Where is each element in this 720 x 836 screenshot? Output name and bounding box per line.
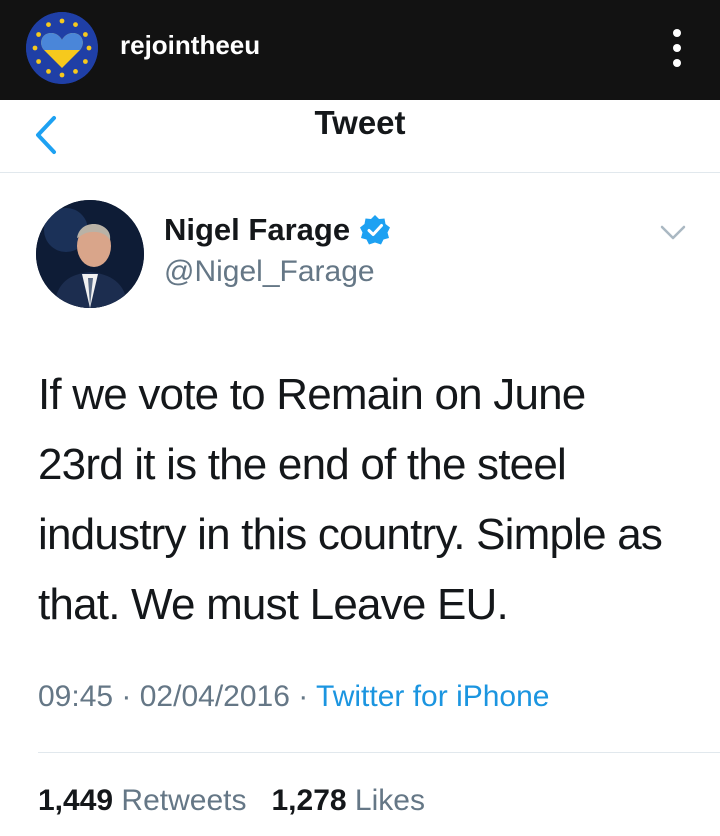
author-handle[interactable]: @Nigel_Farage [164,255,375,289]
tweet-time: 09:45 [38,680,114,713]
instagram-post-header: rejointheeu [0,0,720,100]
divider [38,752,720,753]
retweets-count[interactable]: 1,449 [38,784,113,817]
more-options-icon[interactable] [662,20,692,76]
separator-dot: · [298,680,317,713]
author-name[interactable]: Nigel Farage [164,212,350,248]
eu-heart-logo-icon [26,12,98,84]
verified-badge-icon [360,215,391,245]
tweet-stats: 1,449 Retweets 1,278 Likes [38,784,425,818]
author-name-row: Nigel Farage [164,212,392,248]
tweet-text: If we vote to Remain on June 23rd it is … [38,370,663,629]
instagram-username[interactable]: rejointheeu [120,30,260,61]
person-photo-icon [36,200,144,308]
retweets-label[interactable]: Retweets [121,784,246,817]
author-avatar[interactable] [36,200,144,308]
tweet-meta: 09:45 · 02/04/2016 · Twitter for iPhone [38,680,549,714]
likes-count[interactable]: 1,278 [272,784,347,817]
profile-avatar[interactable] [26,12,98,84]
page-title: Tweet [314,104,406,141]
chevron-down-icon[interactable] [658,222,688,244]
tweet-date: 02/04/2016 [139,680,290,713]
separator-dot: · [121,680,140,713]
likes-label[interactable]: Likes [355,784,425,817]
tweet-source-link[interactable]: Twitter for iPhone [316,680,549,713]
